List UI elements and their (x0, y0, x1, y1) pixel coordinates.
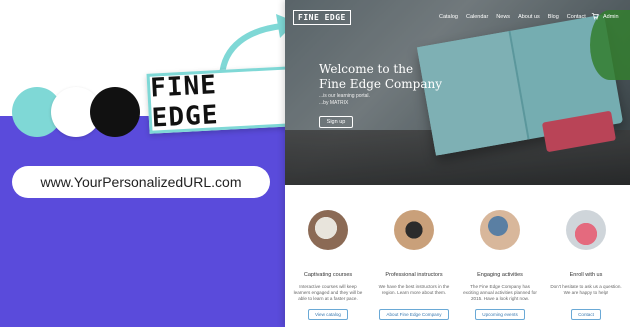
feature-card: Professional instructors We have the bes… (371, 200, 457, 327)
hero-banner: FINE EDGE Catalog Calendar News About us… (285, 0, 630, 185)
view-catalog-button[interactable]: View catalog (308, 309, 348, 320)
nav-item-news[interactable]: News (496, 14, 510, 20)
main-nav: Catalog Calendar News About us Blog Cont… (439, 14, 586, 20)
brand-logo-text: FINE EDGE (149, 70, 220, 134)
nav-item-contact[interactable]: Contact (567, 14, 586, 20)
feature-title: Professional instructors (385, 272, 443, 278)
nav-item-about[interactable]: About us (518, 14, 540, 20)
cart-icon[interactable] (591, 12, 599, 20)
feature-image (308, 210, 348, 250)
nav-item-blog[interactable]: Blog (548, 14, 559, 20)
black-color-swatch (90, 87, 140, 137)
upcoming-events-button[interactable]: Upcoming events (475, 309, 525, 320)
contact-button[interactable]: Contact (571, 309, 601, 320)
feature-image (566, 210, 606, 250)
site-logo[interactable]: FINE EDGE (293, 10, 351, 25)
feature-card: Captivating courses Interactive courses … (285, 200, 371, 327)
personalized-url-pill: www.YourPersonalizedURL.com (12, 166, 270, 198)
feature-card: Engaging activities The Fine Edge Compan… (457, 200, 543, 327)
brand-logo-badge: FINE EDGE (146, 66, 296, 134)
feature-title: Enroll with us (569, 272, 603, 278)
purple-background-panel (0, 116, 292, 327)
feature-image (480, 210, 520, 250)
about-company-button[interactable]: About Fine Edge Company (379, 309, 449, 320)
feature-text: Interactive courses will keep learners e… (293, 284, 363, 301)
website-preview: FINE EDGE Catalog Calendar News About us… (285, 0, 630, 327)
feature-text: We have the best instructors in the regi… (378, 284, 450, 295)
personalized-url-text: www.YourPersonalizedURL.com (40, 174, 242, 190)
hero-title: Welcome to the Fine Edge Company (319, 62, 442, 91)
features-section: Captivating courses Interactive courses … (285, 200, 630, 327)
hero-subtitle: ...is our learning portal. ...by MATRIX (319, 93, 370, 106)
nav-item-calendar[interactable]: Calendar (466, 14, 488, 20)
admin-link[interactable]: Admin (603, 14, 619, 20)
feature-card: Enroll with us Don't hesitate to ask us … (543, 200, 629, 327)
feature-text: Don't hesitate to ask us a question. We … (550, 284, 622, 295)
nav-item-catalog[interactable]: Catalog (439, 14, 458, 20)
feature-text: The Fine Edge Company has exciting annua… (463, 284, 537, 301)
sign-up-button[interactable]: Sign up (319, 116, 353, 128)
feature-title: Engaging activities (477, 272, 523, 278)
feature-title: Captivating courses (303, 272, 353, 278)
feature-image (394, 210, 434, 250)
